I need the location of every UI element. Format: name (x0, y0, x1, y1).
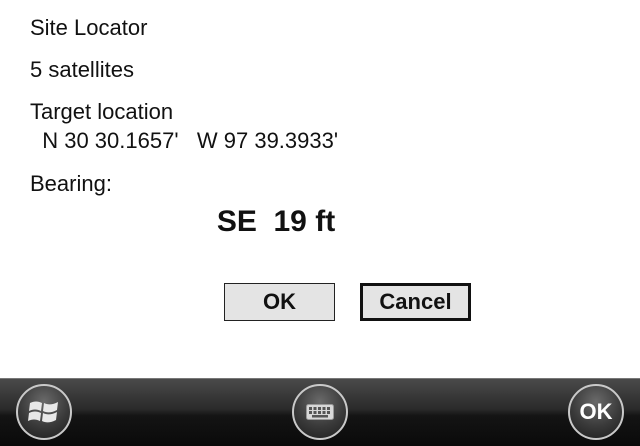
bearing-value: SE 19 ft (216, 205, 336, 238)
bearing-label: Bearing: (30, 171, 112, 196)
ok-button[interactable]: OK (224, 283, 335, 321)
target-coordinates: N 30 30.1657' W 97 39.3933' (30, 128, 339, 153)
keyboard-button[interactable] (292, 384, 348, 440)
satellite-count: 5 satellites (30, 57, 134, 82)
target-location-label: Target location (30, 99, 174, 124)
keyboard-icon (306, 404, 334, 420)
taskbar: OK (0, 378, 640, 446)
cancel-button[interactable]: Cancel (360, 283, 471, 321)
dialog-title: Site Locator (30, 15, 148, 40)
taskbar-ok-label: OK (579, 399, 613, 424)
windows-logo-icon (28, 401, 58, 423)
site-locator-dialog: Site Locator 5 satellites Target locatio… (0, 0, 640, 378)
taskbar-ok-button[interactable]: OK (568, 384, 624, 440)
start-button[interactable] (16, 384, 72, 440)
